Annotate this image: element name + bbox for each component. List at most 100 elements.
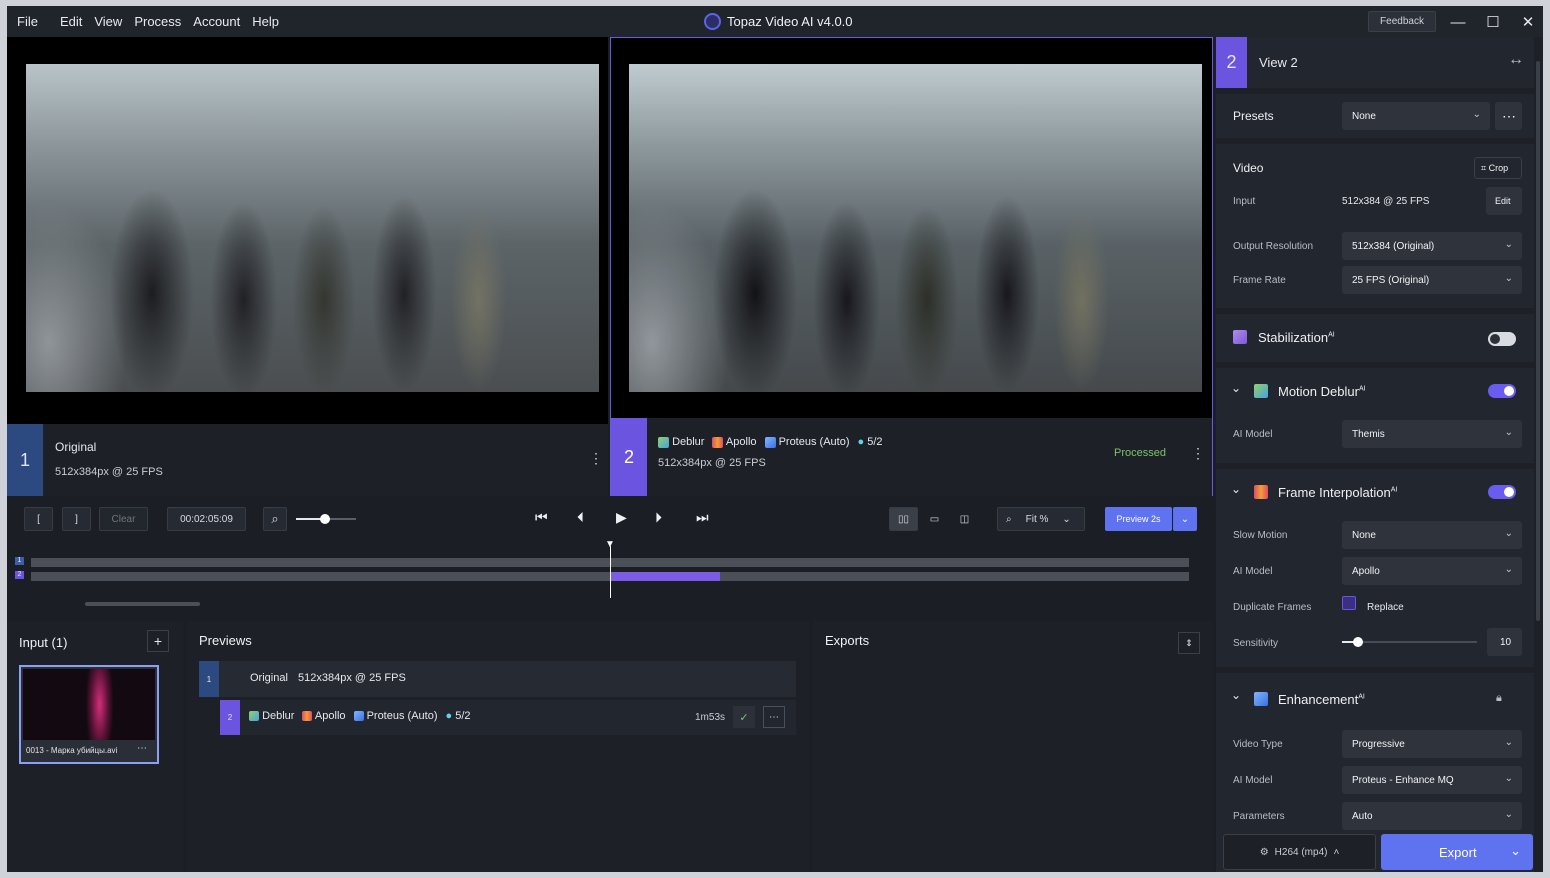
exports-title: Exports <box>825 633 870 648</box>
chevron-down-icon: ⌄ <box>1504 737 1513 748</box>
step-forward-icon[interactable]: ⏵ <box>655 509 662 526</box>
chevron-down-icon[interactable]: ⌄ <box>1231 688 1241 702</box>
track2-number: 2 <box>15 571 24 579</box>
slow-motion-value: None <box>1352 529 1376 541</box>
single-view-icon[interactable]: ▭ <box>920 507 949 531</box>
duplicate-frames-label: Duplicate Frames <box>1233 602 1312 613</box>
viewer2-info: 2 Deblur Apollo Proteus (Auto) ● 5/2 512… <box>611 418 1212 497</box>
clear-button[interactable]: Clear <box>99 507 148 531</box>
frame-interpolation-toggle[interactable] <box>1488 485 1516 499</box>
replace-checkbox[interactable] <box>1342 596 1356 610</box>
sensitivity-slider-handle[interactable] <box>1353 637 1363 647</box>
presets-more-button[interactable]: ⋯ <box>1495 102 1522 130</box>
edit-input-button[interactable]: Edit <box>1486 187 1522 215</box>
crop-text: Crop <box>1488 163 1509 173</box>
sensitivity-label: Sensitivity <box>1233 638 1279 649</box>
motion-deblur-toggle[interactable] <box>1488 384 1516 398</box>
settings-panel: 2 View 2 ↔ Presets None ⌄ ⋯ Video ⌗ Crop … <box>1216 37 1543 872</box>
split-view-icon[interactable]: ◫ <box>950 507 979 531</box>
preview-button[interactable]: Preview 2s <box>1105 507 1172 531</box>
skip-to-end-icon[interactable]: ⏭ <box>696 509 709 526</box>
chevron-down-icon: ⌄ <box>1504 773 1513 784</box>
view2-chain: Deblur Apollo Proteus (Auto) ● 5/2 <box>658 436 883 448</box>
enh-model-select[interactable]: Proteus - Enhance MQ ⌄ <box>1342 766 1522 794</box>
sensitivity-input[interactable]: 10 <box>1487 628 1522 656</box>
deblur-chip: Deblur <box>249 710 294 722</box>
lock-icon[interactable]: 🔒︎ <box>1496 692 1502 705</box>
add-input-icon[interactable]: + <box>147 630 169 652</box>
feedback-button[interactable]: Feedback <box>1368 11 1436 32</box>
ratio-chip: ● 5/2 <box>445 710 470 722</box>
stabilization-icon <box>1233 330 1247 344</box>
preview-options-chevron-icon[interactable]: ⌄ <box>1173 507 1197 531</box>
crop-button[interactable]: ⌗ Crop <box>1474 157 1522 179</box>
playhead-line[interactable] <box>610 546 611 598</box>
skip-to-start-icon[interactable]: ⏮ <box>535 509 548 526</box>
stabilization-toggle[interactable] <box>1488 332 1516 346</box>
menu-view[interactable]: View <box>88 14 128 29</box>
preview-row-processed[interactable]: 2 Deblur Apollo Proteus (Auto) ● 5/2 1m5… <box>220 700 796 735</box>
check-icon[interactable]: ✓ <box>733 706 755 728</box>
deblur-icon <box>249 711 259 722</box>
timeline-zoom-handle[interactable] <box>320 514 330 524</box>
minimize-icon[interactable]: — <box>1447 11 1469 33</box>
output-resolution-value: 512x384 (Original) <box>1352 240 1435 252</box>
step-back-icon[interactable]: ⏴ <box>577 509 584 526</box>
frame-rate-value: 25 FPS (Original) <box>1352 274 1430 286</box>
frame-interpolation-label: Frame InterpolationAI <box>1278 485 1397 500</box>
swap-icon[interactable]: ↔ <box>1508 51 1524 69</box>
menu-edit[interactable]: Edit <box>54 14 88 29</box>
menu-help[interactable]: Help <box>246 14 285 29</box>
mark-out-button[interactable]: ] <box>62 507 91 531</box>
output-resolution-select[interactable]: 512x384 (Original) ⌄ <box>1342 232 1522 260</box>
menu-bar: File Edit View Process Account Help <box>11 14 285 29</box>
export-button[interactable]: Export ⌄ <box>1381 834 1533 870</box>
slow-motion-label: Slow Motion <box>1233 530 1288 541</box>
presets-select[interactable]: None ⌄ <box>1342 102 1490 130</box>
chevron-down-icon[interactable]: ⌄ <box>1231 482 1241 496</box>
preview-row2-more-icon[interactable]: ⋯ <box>763 706 785 728</box>
view2-more-icon[interactable]: ⋮ <box>1191 445 1205 462</box>
deblur-chip: Deblur <box>658 436 704 448</box>
chevron-down-icon: ⌄ <box>1504 809 1513 820</box>
playhead-marker-icon[interactable]: ▼ <box>605 539 615 550</box>
parameters-select[interactable]: Auto ⌄ <box>1342 802 1522 830</box>
frame-rate-select[interactable]: 25 FPS (Original) ⌄ <box>1342 266 1522 294</box>
view2-meta: 512x384px @ 25 FPS <box>658 457 766 469</box>
proteus-icon <box>353 711 364 722</box>
preview-row2-number: 2 <box>220 700 240 735</box>
close-icon[interactable]: ✕ <box>1517 11 1539 33</box>
chevron-down-icon[interactable]: ⌄ <box>1510 843 1521 859</box>
view1-more-icon[interactable]: ⋮ <box>589 450 603 467</box>
panel-scrollbar[interactable] <box>1536 61 1540 621</box>
menu-file[interactable]: File <box>11 14 44 29</box>
viewer-processed[interactable]: 2 Deblur Apollo Proteus (Auto) ● 5/2 512… <box>610 37 1213 497</box>
fit-zoom-select[interactable]: ⌕ Fit % ⌄ <box>997 507 1085 531</box>
menu-account[interactable]: Account <box>187 14 246 29</box>
ai-badge: AI <box>1390 486 1398 494</box>
timeline-scrollbar[interactable] <box>85 602 200 606</box>
play-icon[interactable]: ▶ <box>616 509 627 526</box>
fi-model-select[interactable]: Apollo ⌄ <box>1342 557 1522 585</box>
input-file-card[interactable]: 0013 - Марка убийцы.avi ⋯ <box>19 665 159 764</box>
motion-deblur-text: Motion Deblur <box>1278 384 1359 399</box>
video-type-select[interactable]: Progressive ⌄ <box>1342 730 1522 758</box>
maximize-icon[interactable]: ☐ <box>1482 11 1504 33</box>
sort-icon[interactable]: ⇕ <box>1178 632 1200 654</box>
input-file-more-icon[interactable]: ⋯ <box>137 743 147 754</box>
slow-motion-select[interactable]: None ⌄ <box>1342 521 1522 549</box>
input-file-name: 0013 - Марка убийцы.avi <box>26 746 118 755</box>
chevron-down-icon: ⌄ <box>1504 273 1513 284</box>
view2-number: 2 <box>611 418 647 497</box>
codec-button[interactable]: ⚙ H264 (mp4) ˄ <box>1223 834 1376 870</box>
track1-number: 1 <box>15 557 24 565</box>
mark-in-button[interactable]: [ <box>24 507 53 531</box>
zoom-icon[interactable]: ⌕ <box>263 507 287 531</box>
menu-process[interactable]: Process <box>128 14 187 29</box>
timecode-field[interactable]: 00:02:05:09 <box>167 507 246 531</box>
chevron-down-icon[interactable]: ⌄ <box>1231 381 1241 395</box>
video-type-value: Progressive <box>1352 738 1405 750</box>
deblur-model-select[interactable]: Themis ⌄ <box>1342 420 1522 448</box>
preview-row-original[interactable]: 1 Original 512x384px @ 25 FPS <box>199 661 796 697</box>
side-by-side-view-icon[interactable]: ▯▯ <box>889 507 918 531</box>
